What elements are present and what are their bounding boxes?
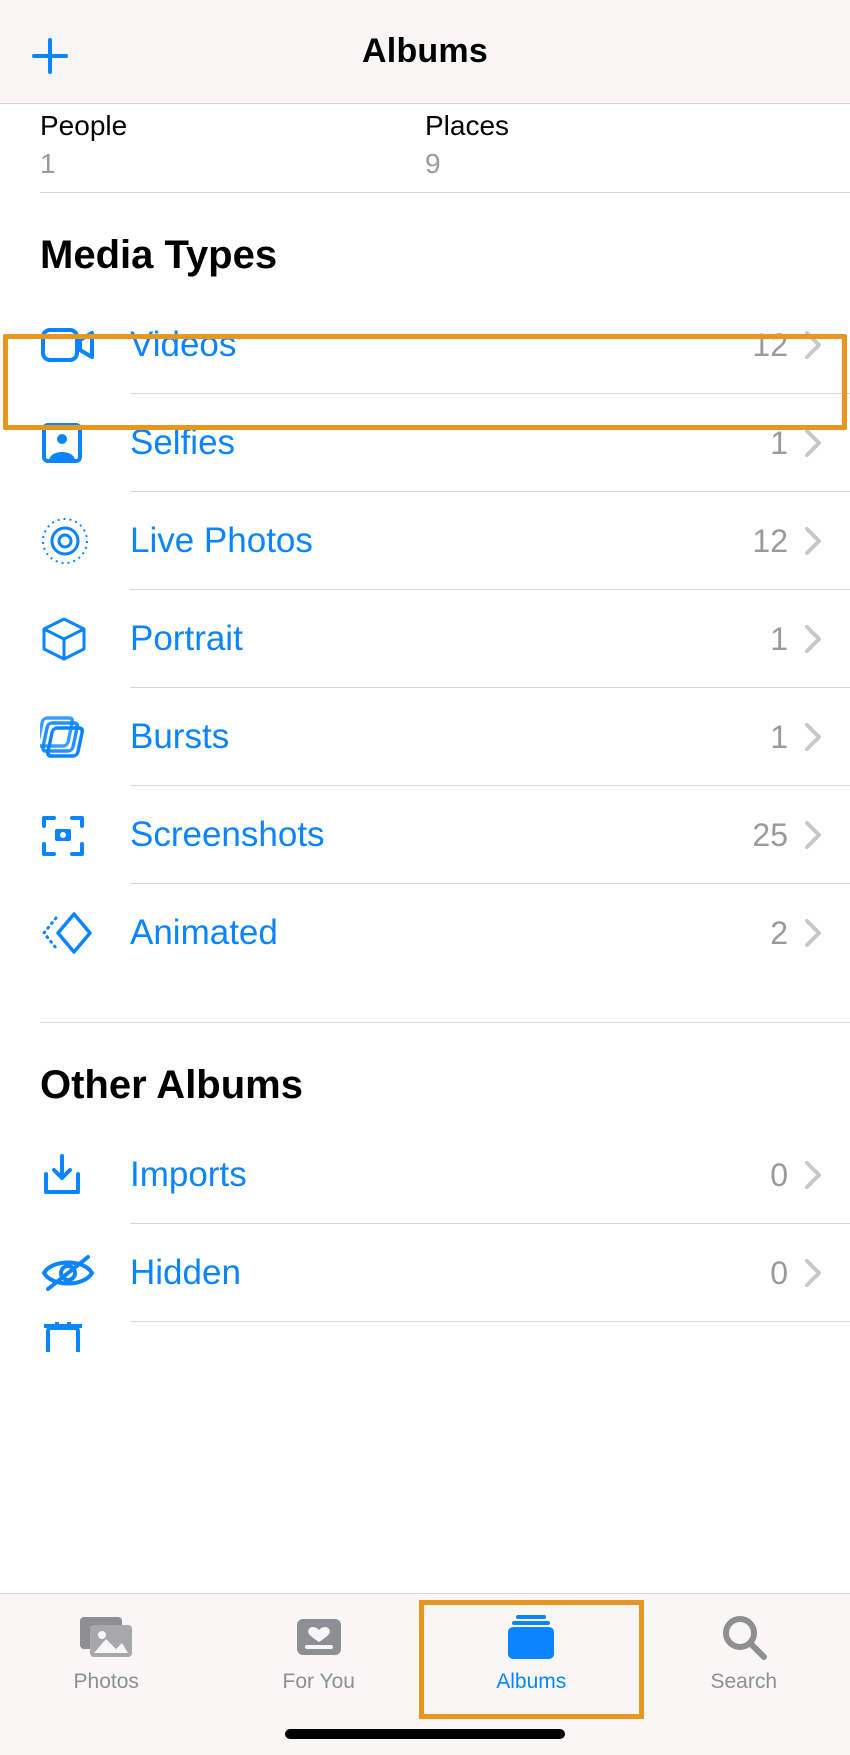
chevron-right-icon (804, 722, 822, 752)
media-types-list: Videos 12 Selfies 1 (0, 296, 850, 982)
content-area: People 1 Places 9 Media Types Videos 12 (0, 104, 850, 1593)
animated-icon (40, 910, 94, 956)
live-photos-icon (40, 516, 90, 566)
cube-icon (40, 615, 88, 663)
page-title: Albums (0, 32, 850, 71)
media-types-header: Media Types (0, 193, 850, 296)
row-label: Live Photos (130, 521, 752, 561)
sub-cells: People 1 Places 9 (0, 104, 850, 192)
places-album-title: Places (425, 110, 810, 142)
bursts-icon (40, 714, 90, 760)
bursts-row[interactable]: Bursts 1 (0, 688, 850, 786)
row-count: 0 (770, 1255, 788, 1292)
row-label: Bursts (130, 717, 770, 757)
selfies-row[interactable]: Selfies 1 (0, 394, 850, 492)
row-count: 1 (770, 719, 788, 756)
row-label: Hidden (130, 1253, 770, 1293)
plus-icon (28, 34, 72, 78)
people-album-count: 1 (40, 148, 425, 180)
videos-row[interactable]: Videos 12 (0, 296, 850, 394)
hidden-eye-icon (40, 1253, 96, 1293)
photos-tab-icon (76, 1613, 136, 1661)
row-count: 2 (770, 915, 788, 952)
tab-photos[interactable]: Photos (0, 1608, 213, 1755)
people-album-title: People (40, 110, 425, 142)
home-indicator[interactable] (285, 1729, 565, 1739)
row-count: 1 (770, 425, 788, 462)
tab-label: For You (283, 1670, 355, 1694)
add-album-button[interactable] (28, 34, 72, 83)
tab-label: Albums (496, 1670, 566, 1694)
trash-icon (40, 1322, 86, 1352)
tab-label: Photos (74, 1670, 139, 1694)
chevron-right-icon (804, 918, 822, 948)
places-album-cell[interactable]: Places 9 (425, 110, 810, 180)
row-label: Screenshots (130, 815, 752, 855)
places-album-count: 9 (425, 148, 810, 180)
for-you-tab-icon (293, 1615, 345, 1659)
live-photos-row[interactable]: Live Photos 12 (0, 492, 850, 590)
row-label: Animated (130, 913, 770, 953)
chevron-right-icon (804, 526, 822, 556)
row-count: 25 (752, 817, 788, 854)
chevron-right-icon (804, 1258, 822, 1288)
row-label: Imports (130, 1155, 770, 1195)
header-bar: Albums (0, 0, 850, 104)
tab-search[interactable]: Search (638, 1608, 850, 1755)
portrait-row[interactable]: Portrait 1 (0, 590, 850, 688)
chevron-right-icon (804, 428, 822, 458)
row-count: 12 (752, 327, 788, 364)
row-label: Portrait (130, 619, 770, 659)
imports-icon (40, 1152, 84, 1198)
row-count: 0 (770, 1157, 788, 1194)
animated-row[interactable]: Animated 2 (0, 884, 850, 982)
screenshots-icon (40, 812, 86, 858)
hidden-row[interactable]: Hidden 0 (0, 1224, 850, 1322)
albums-tab-icon (502, 1613, 560, 1661)
people-album-cell[interactable]: People 1 (40, 110, 425, 180)
row-count: 1 (770, 621, 788, 658)
search-tab-icon (720, 1613, 768, 1661)
imports-row[interactable]: Imports 0 (0, 1126, 850, 1224)
row-label: Selfies (130, 423, 770, 463)
chevron-right-icon (804, 820, 822, 850)
row-label: Videos (130, 325, 752, 365)
tab-label: Search (710, 1670, 777, 1694)
selfie-icon (40, 421, 84, 465)
chevron-right-icon (804, 1160, 822, 1190)
chevron-right-icon (804, 624, 822, 654)
tab-bar: Photos For You Albums (0, 1593, 850, 1755)
chevron-right-icon (804, 330, 822, 360)
partial-row[interactable] (0, 1322, 850, 1352)
other-albums-list: Imports 0 Hidden 0 (0, 1126, 850, 1352)
row-count: 12 (752, 523, 788, 560)
video-icon (40, 325, 96, 365)
other-albums-header: Other Albums (0, 1023, 850, 1126)
screenshots-row[interactable]: Screenshots 25 (0, 786, 850, 884)
